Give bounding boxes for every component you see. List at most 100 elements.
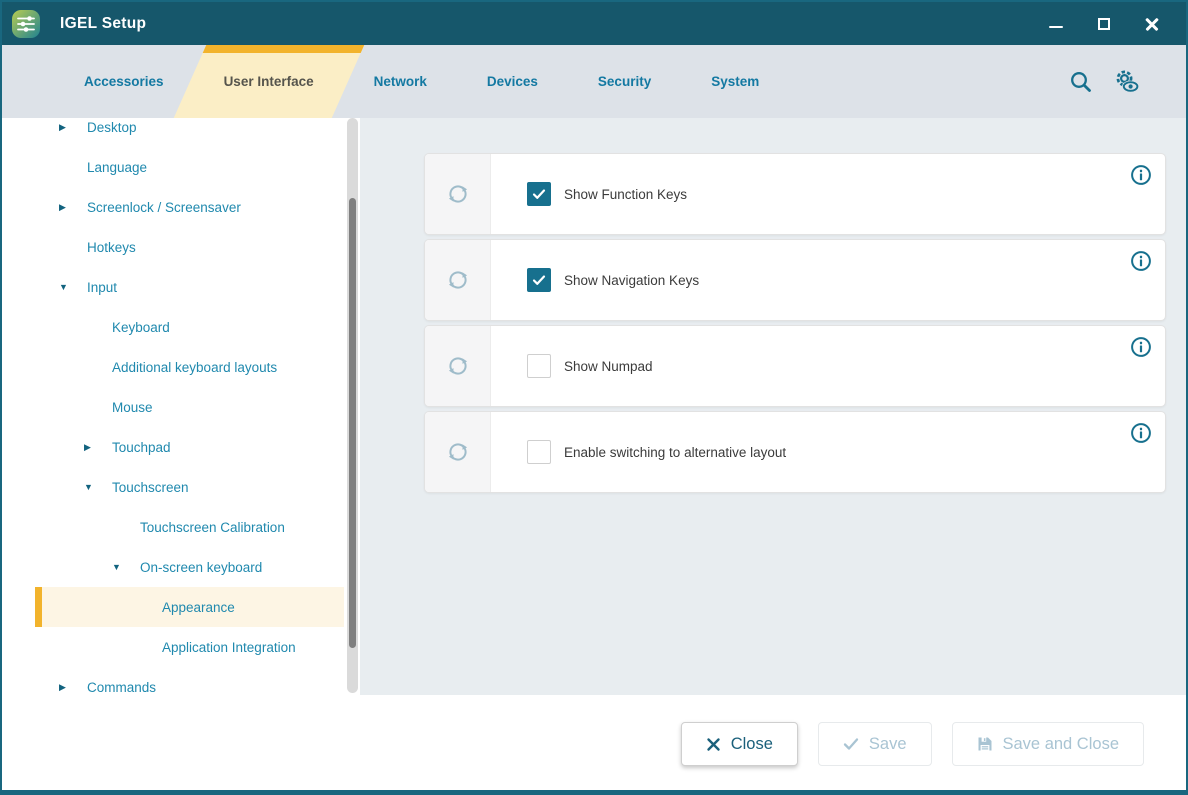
tab-label: Accessories: [84, 74, 164, 89]
tabbar: Accessories User Interface Network Devic…: [2, 45, 1186, 118]
minimize-button[interactable]: [1046, 14, 1066, 34]
caret-right-icon: ▶: [84, 443, 112, 452]
tab-system[interactable]: System: [681, 45, 789, 118]
setting-row-show-numpad: Show Numpad: [424, 325, 1166, 407]
setting-row-enable-alternative-layout: Enable switching to alternative layout: [424, 411, 1166, 493]
reset-button[interactable]: [425, 240, 491, 320]
close-button[interactable]: Close: [681, 722, 798, 766]
setting-label: Enable switching to alternative layout: [564, 445, 786, 460]
tab-security[interactable]: Security: [568, 45, 681, 118]
sidebar-item-label: Touchpad: [112, 440, 171, 455]
setting-checkbox-row[interactable]: Show Numpad: [527, 354, 653, 378]
sidebar-item-desktop[interactable]: ▶Desktop: [2, 118, 360, 147]
sidebar-item-label: Hotkeys: [87, 240, 136, 255]
sidebar-item-label: Commands: [87, 680, 156, 695]
checkbox[interactable]: [527, 354, 551, 378]
sidebar-item-appearance[interactable]: Appearance: [35, 587, 344, 627]
titlebar: IGEL Setup: [2, 2, 1186, 45]
setting-checkbox-row[interactable]: Enable switching to alternative layout: [527, 440, 786, 464]
sidebar-item-touchscreen[interactable]: ▼Touchscreen: [2, 467, 360, 507]
content-area: ▶Desktop Language ▶Screenlock / Screensa…: [2, 118, 1186, 695]
sidebar-item-label: Input: [87, 280, 117, 295]
reset-button[interactable]: [425, 412, 491, 492]
setup-visibility-gear-eye-icon[interactable]: [1114, 69, 1140, 95]
sidebar-item-label: On-screen keyboard: [140, 560, 262, 575]
check-icon: [531, 272, 547, 288]
setting-row-show-function-keys: Show Function Keys: [424, 153, 1166, 235]
sidebar-item-label: Appearance: [162, 600, 235, 615]
window-title: IGEL Setup: [60, 15, 146, 33]
reset-button[interactable]: [425, 326, 491, 406]
caret-down-icon: ▼: [84, 483, 112, 492]
maximize-icon: [1098, 18, 1110, 30]
sidebar-item-label: Language: [87, 160, 147, 175]
tab-label: User Interface: [224, 74, 314, 89]
check-icon: [531, 186, 547, 202]
tab-label: Security: [598, 74, 651, 89]
footer: Close Save Save and Close: [2, 695, 1186, 790]
tab-network[interactable]: Network: [344, 45, 457, 118]
button-label: Save: [869, 735, 907, 754]
settings-panel: Show Function Keys: [360, 118, 1186, 695]
sidebar-item-commands[interactable]: ▶Commands: [2, 667, 360, 695]
sidebar-item-language[interactable]: Language: [2, 147, 360, 187]
tab-devices[interactable]: Devices: [457, 45, 568, 118]
tab-user-interface[interactable]: User Interface: [194, 45, 344, 118]
caret-right-icon: ▶: [59, 123, 87, 132]
check-icon: [843, 737, 859, 751]
reset-icon: [445, 353, 471, 379]
checkbox[interactable]: [527, 182, 551, 206]
window-close-button[interactable]: [1142, 14, 1162, 34]
minimize-icon: [1049, 26, 1063, 29]
sidebar-item-on-screen-keyboard[interactable]: ▼On-screen keyboard: [2, 547, 360, 587]
setting-label: Show Numpad: [564, 359, 653, 374]
button-label: Close: [731, 735, 773, 754]
sidebar-scrollbar-thumb[interactable]: [349, 198, 356, 648]
setting-checkbox-row[interactable]: Show Function Keys: [527, 182, 687, 206]
reset-icon: [445, 181, 471, 207]
setting-row-show-navigation-keys: Show Navigation Keys: [424, 239, 1166, 321]
sidebar-item-label: Desktop: [87, 120, 137, 135]
sidebar-item-label: Mouse: [112, 400, 153, 415]
sidebar-item-label: Additional keyboard layouts: [112, 360, 277, 375]
button-label: Save and Close: [1003, 735, 1120, 754]
reset-icon: [445, 267, 471, 293]
sidebar-item-screenlock-screensaver[interactable]: ▶Screenlock / Screensaver: [2, 187, 360, 227]
sidebar-item-additional-keyboard-layouts[interactable]: Additional keyboard layouts: [2, 347, 360, 387]
tab-label: Network: [374, 74, 427, 89]
info-icon[interactable]: [1130, 422, 1152, 444]
igel-setup-window: IGEL Setup Accessories User Interface Ne…: [0, 0, 1188, 795]
search-icon[interactable]: [1068, 69, 1094, 95]
sidebar-item-touchscreen-calibration[interactable]: Touchscreen Calibration: [2, 507, 360, 547]
sidebar-item-application-integration[interactable]: Application Integration: [2, 627, 360, 667]
navigation-sidebar: ▶Desktop Language ▶Screenlock / Screensa…: [2, 118, 360, 695]
sidebar-item-input[interactable]: ▼Input: [2, 267, 360, 307]
save-and-close-button[interactable]: Save and Close: [952, 722, 1145, 766]
info-icon[interactable]: [1130, 250, 1152, 272]
checkbox[interactable]: [527, 268, 551, 292]
sidebar-item-hotkeys[interactable]: Hotkeys: [2, 227, 360, 267]
sidebar-item-touchpad[interactable]: ▶Touchpad: [2, 427, 360, 467]
sidebar-item-keyboard[interactable]: Keyboard: [2, 307, 360, 347]
info-icon[interactable]: [1130, 336, 1152, 358]
maximize-button[interactable]: [1094, 14, 1114, 34]
caret-right-icon: ▶: [59, 683, 87, 692]
sidebar-item-mouse[interactable]: Mouse: [2, 387, 360, 427]
setting-checkbox-row[interactable]: Show Navigation Keys: [527, 268, 699, 292]
sidebar-item-label: Application Integration: [162, 640, 296, 655]
tab-label: System: [711, 74, 759, 89]
save-button[interactable]: Save: [818, 722, 932, 766]
checkbox[interactable]: [527, 440, 551, 464]
tab-label: Devices: [487, 74, 538, 89]
x-icon: [706, 737, 721, 752]
caret-down-icon: ▼: [112, 563, 140, 572]
sidebar-item-label: Touchscreen: [112, 480, 189, 495]
setting-label: Show Navigation Keys: [564, 273, 699, 288]
info-icon[interactable]: [1130, 164, 1152, 186]
sidebar-scrollbar-track[interactable]: [347, 118, 358, 693]
caret-down-icon: ▼: [59, 283, 87, 292]
window-controls: [1046, 14, 1162, 34]
setting-label: Show Function Keys: [564, 187, 687, 202]
reset-button[interactable]: [425, 154, 491, 234]
tab-accessories[interactable]: Accessories: [54, 45, 194, 118]
